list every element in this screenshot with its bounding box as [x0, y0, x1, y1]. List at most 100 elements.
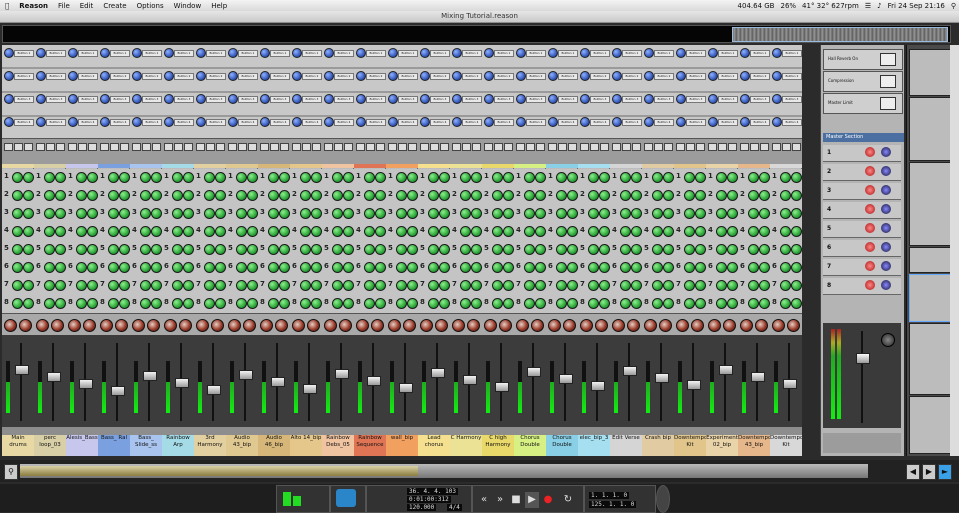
send-knob[interactable]	[676, 48, 686, 58]
send-label[interactable]: Button 1	[366, 50, 386, 57]
send-knob[interactable]	[644, 71, 654, 81]
send-label[interactable]: Button 3	[494, 96, 514, 103]
return-knob[interactable]	[865, 185, 875, 195]
eq-knob[interactable]	[247, 262, 258, 273]
send-knob[interactable]	[388, 48, 398, 58]
send-label[interactable]: Button 4	[462, 119, 482, 126]
send-knob[interactable]	[740, 71, 750, 81]
insert-button[interactable]	[56, 143, 65, 151]
eq-knob[interactable]	[492, 172, 503, 183]
eq-knob[interactable]	[503, 208, 514, 219]
sync-icon[interactable]	[336, 489, 356, 507]
pan-knob[interactable]	[19, 319, 32, 332]
send-label[interactable]: Button 4	[78, 119, 98, 126]
master-fx-1[interactable]: Hall Reverb On	[823, 49, 903, 70]
eq-knob[interactable]	[119, 280, 130, 291]
loop-left[interactable]: 1. 1. 1. 0	[589, 492, 630, 499]
eq-knob[interactable]	[407, 190, 418, 201]
send-knob[interactable]	[612, 48, 622, 58]
eq-knob[interactable]	[343, 244, 354, 255]
fader-cap[interactable]	[495, 382, 509, 392]
insert-button[interactable]	[312, 143, 321, 151]
eq-knob[interactable]	[375, 298, 386, 309]
send-label[interactable]: Button 2	[174, 73, 194, 80]
eq-knob[interactable]	[204, 262, 215, 273]
fader-cap[interactable]	[591, 381, 605, 391]
eq-knob[interactable]	[23, 262, 34, 273]
eq-knob[interactable]	[652, 172, 663, 183]
eq-knob[interactable]	[663, 244, 674, 255]
send-label[interactable]: Button 1	[78, 50, 98, 57]
fader-cap[interactable]	[623, 366, 637, 376]
send-label[interactable]: Button 2	[782, 73, 802, 80]
send-label[interactable]: Button 4	[366, 119, 386, 126]
send-label[interactable]: Button 1	[110, 50, 130, 57]
insert-button[interactable]	[772, 143, 781, 151]
insert-button[interactable]	[536, 143, 545, 151]
eq-knob[interactable]	[695, 262, 706, 273]
eq-knob[interactable]	[332, 280, 343, 291]
eq-knob[interactable]	[396, 190, 407, 201]
mute-solo[interactable]	[2, 427, 34, 435]
send-knob[interactable]	[4, 48, 14, 58]
mute-solo[interactable]	[578, 427, 610, 435]
send-knob[interactable]	[324, 71, 334, 81]
eq-knob[interactable]	[183, 298, 194, 309]
eq-knob[interactable]	[471, 172, 482, 183]
eq-knob[interactable]	[428, 244, 439, 255]
send-label[interactable]: Button 3	[718, 96, 738, 103]
eq-knob[interactable]	[300, 280, 311, 291]
eq-knob[interactable]	[599, 190, 610, 201]
master-fx-3[interactable]: Master Limit	[823, 93, 903, 114]
eq-knob[interactable]	[407, 244, 418, 255]
song-position[interactable]: 36. 4. 4. 103	[407, 488, 458, 495]
eq-knob[interactable]	[364, 244, 375, 255]
insert-button[interactable]	[366, 143, 375, 151]
send-label[interactable]: Button 4	[494, 119, 514, 126]
fx-button[interactable]	[880, 97, 896, 110]
channel-label[interactable]: Alto 14_bip	[290, 435, 322, 456]
send-knob[interactable]	[68, 71, 78, 81]
channel-fader[interactable]	[98, 335, 130, 427]
insert-button[interactable]	[68, 143, 77, 151]
send-knob[interactable]	[516, 94, 526, 104]
pan-knob[interactable]	[563, 319, 576, 332]
pan-knob[interactable]	[275, 319, 288, 332]
eq-knob[interactable]	[375, 208, 386, 219]
eq-knob[interactable]	[23, 244, 34, 255]
insert-button[interactable]	[152, 143, 161, 151]
send-knob[interactable]	[68, 117, 78, 127]
eq-knob[interactable]	[460, 172, 471, 183]
send-knob[interactable]	[36, 71, 46, 81]
eq-knob[interactable]	[44, 172, 55, 183]
eq-knob[interactable]	[567, 208, 578, 219]
eq-knob[interactable]	[12, 280, 23, 291]
eq-knob[interactable]	[236, 280, 247, 291]
send-label[interactable]: Button 4	[302, 119, 322, 126]
eq-knob[interactable]	[151, 190, 162, 201]
return-knob[interactable]	[865, 261, 875, 271]
send-label[interactable]: Button 3	[174, 96, 194, 103]
eq-knob[interactable]	[631, 280, 642, 291]
send-knob[interactable]	[228, 48, 238, 58]
insert-button[interactable]	[324, 143, 333, 151]
eq-knob[interactable]	[55, 280, 66, 291]
eq-knob[interactable]	[108, 280, 119, 291]
insert-button[interactable]	[440, 143, 449, 151]
fader-cap[interactable]	[111, 386, 125, 396]
insert-button[interactable]	[686, 143, 695, 151]
eq-knob[interactable]	[460, 208, 471, 219]
eq-knob[interactable]	[279, 226, 290, 237]
channel-label[interactable]: Rainbow Sequence	[354, 435, 386, 456]
eq-knob[interactable]	[588, 280, 599, 291]
eq-knob[interactable]	[44, 244, 55, 255]
send-knob[interactable]	[356, 71, 366, 81]
master-fader[interactable]	[823, 323, 901, 428]
send-knob[interactable]	[772, 117, 782, 127]
zoom-icon[interactable]: ⚲	[4, 464, 18, 480]
eq-knob[interactable]	[652, 190, 663, 201]
send-label[interactable]: Button 1	[526, 50, 546, 57]
gain-knob[interactable]	[68, 319, 81, 332]
eq-knob[interactable]	[183, 262, 194, 273]
send-label[interactable]: Button 1	[494, 50, 514, 57]
